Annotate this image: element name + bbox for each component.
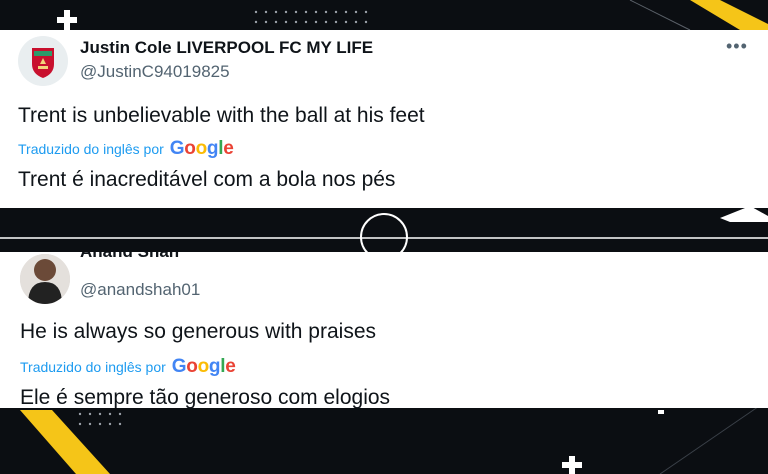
translated-text: Trent é inacreditável com a bola nos pés	[18, 168, 396, 191]
google-letter: e	[223, 138, 234, 159]
tweet-card[interactable]: Anand Shah @anandshah01 He is always so …	[0, 252, 768, 408]
translation-label: Traduzido do inglês por	[20, 359, 166, 375]
google-letter: o	[184, 138, 196, 159]
google-letter: G	[171, 356, 187, 377]
avatar[interactable]	[20, 254, 70, 304]
google-logo-icon: Google	[170, 138, 234, 160]
google-letter: o	[197, 356, 210, 377]
translation-label: Traduzido do inglês por	[18, 141, 164, 157]
tweet-text: He is always so generous with praises	[20, 320, 376, 343]
google-letter: g	[206, 138, 219, 159]
google-letter: G	[169, 138, 185, 159]
display-name[interactable]: Justin Cole LIVERPOOL FC MY LIFE	[80, 38, 373, 58]
username-handle[interactable]: @JustinC94019825	[80, 62, 230, 82]
google-letter: o	[186, 356, 198, 377]
display-name[interactable]: Anand Shah	[80, 252, 179, 262]
tweet-text: Trent is unbelievable with the ball at h…	[18, 104, 425, 127]
avatar[interactable]	[18, 36, 68, 86]
username-handle[interactable]: @anandshah01	[80, 280, 200, 300]
translated-text: Ele é sempre tão generoso com elogios	[20, 386, 391, 408]
google-letter: o	[195, 138, 208, 159]
profile-photo	[20, 254, 70, 304]
liverpool-crest-icon	[18, 36, 68, 86]
google-logo-icon: Google	[172, 356, 236, 378]
tweet-card[interactable]: Justin Cole LIVERPOOL FC MY LIFE @Justin…	[0, 30, 768, 208]
google-letter: e	[225, 356, 236, 377]
translation-attribution[interactable]: Traduzido do inglês por Google	[18, 138, 234, 160]
translation-attribution[interactable]: Traduzido do inglês por Google	[20, 356, 236, 378]
google-letter: g	[208, 356, 221, 377]
more-options-icon[interactable]: •••	[726, 36, 748, 57]
